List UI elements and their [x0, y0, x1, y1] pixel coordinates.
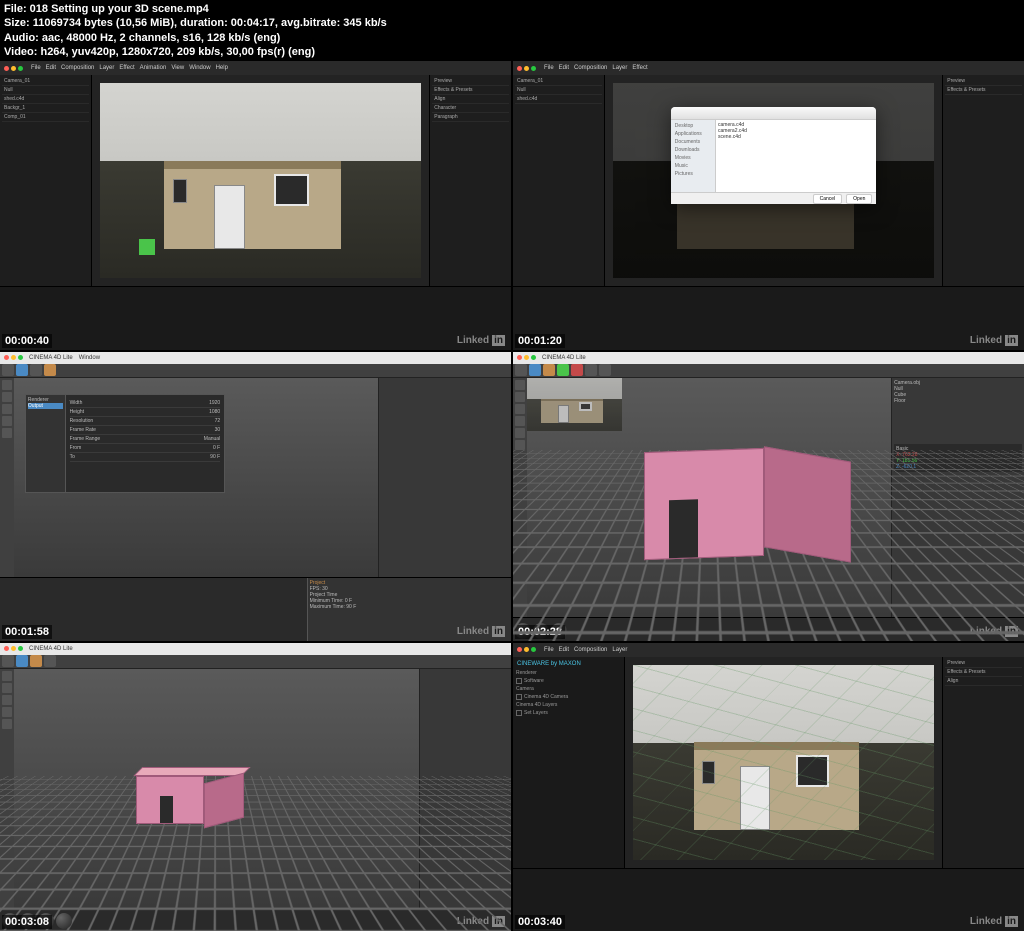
cineware-panel[interactable]: CINEWARE by MAXON Renderer Software Came… — [513, 657, 624, 868]
thumbnail-2[interactable]: FileEditCompositionLayerEffect Camera_01… — [513, 61, 1024, 350]
green-chair — [139, 239, 155, 255]
timeline-panel[interactable] — [0, 286, 511, 350]
file-open-dialog[interactable]: DesktopApplicationsDocumentsDownloadsMov… — [671, 107, 877, 205]
finder-file-list[interactable]: camera.c4dcamera2.c4dscene.c4d — [716, 120, 876, 192]
thumbnail-4[interactable]: CINEMA 4D Lite Camera.objNullCubeFloor B… — [513, 352, 1024, 641]
thumbnail-1[interactable]: FileEditCompositionLayerEffectAnimationV… — [0, 61, 511, 350]
timestamp: 00:00:40 — [2, 334, 52, 348]
thumbnail-3[interactable]: CINEMA 4D Lite Window Renderer Output Wi… — [0, 352, 511, 641]
linkedin-watermark: Linkedin — [454, 335, 505, 346]
cancel-button[interactable]: Cancel — [813, 194, 843, 204]
3d-wireframe-overlay — [633, 665, 934, 860]
right-panels[interactable]: PreviewEffects & PresetsAlignCharacterPa… — [429, 75, 511, 286]
media-info-header: File: 018 Setting up your 3D scene.mp4 S… — [0, 0, 1024, 61]
finder-toolbar — [671, 107, 877, 121]
object-manager[interactable]: Camera.objNullCubeFloor Basic X: 762.28 … — [891, 378, 1024, 618]
finder-sidebar[interactable]: DesktopApplicationsDocumentsDownloadsMov… — [671, 120, 716, 192]
object-manager[interactable] — [378, 378, 511, 577]
mac-titlebar: FileEditCompositionLayerEffectAnimationV… — [0, 61, 511, 75]
thumbnail-grid: FileEditCompositionLayerEffectAnimationV… — [0, 61, 1024, 931]
reference-image — [527, 378, 622, 431]
c4d-viewport[interactable]: Renderer Output Width1920 Height1080 Res… — [14, 378, 378, 577]
open-button[interactable]: Open — [846, 194, 872, 204]
render-settings-dialog[interactable]: Renderer Output Width1920 Height1080 Res… — [25, 394, 225, 494]
ae-menubar[interactable]: FileEditCompositionLayerEffectAnimationV… — [31, 65, 228, 71]
c4d-3d-viewport[interactable] — [527, 378, 891, 618]
composition-viewport[interactable] — [100, 83, 421, 278]
c4d-3d-viewport[interactable] — [14, 669, 419, 909]
project-panel[interactable]: Camera_01Nullshed.c4dBackgr_1Comp_01 — [0, 75, 92, 286]
cineware-logo: CINEWARE by MAXON — [515, 659, 622, 669]
shed-render — [164, 142, 341, 249]
pink-shed-model[interactable] — [644, 414, 862, 558]
composition-viewport[interactable] — [633, 665, 934, 860]
pink-shed-model[interactable] — [136, 764, 249, 824]
thumbnail-6[interactable]: FileEditCompositionLayer CINEWARE by MAX… — [513, 643, 1024, 931]
thumbnail-5[interactable]: CINEMA 4D Lite 00:03:08 Linkedin — [0, 643, 511, 931]
